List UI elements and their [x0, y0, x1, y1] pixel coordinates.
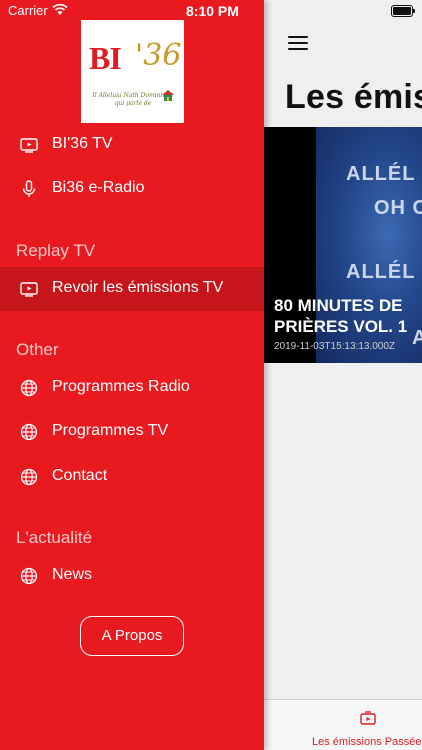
globe-icon	[20, 567, 38, 585]
tab-label: Les émissions Passées	[312, 736, 422, 748]
menu-item-label: Bi36 e-Radio	[52, 179, 145, 196]
tv-play-icon	[20, 138, 38, 153]
globe-icon	[20, 379, 38, 397]
tv-play-icon	[360, 711, 376, 725]
tab-past-shows[interactable]: Les émissions Passées	[264, 700, 422, 750]
tv-play-icon	[20, 282, 38, 297]
menu-item-label: Programmes Radio	[52, 378, 190, 395]
menu-item-e-radio[interactable]: Bi36 e-Radio	[0, 167, 264, 211]
main-content: Les émissions ALLÉL OH C ALLÉL A 80 MINU…	[264, 0, 422, 750]
video-title: 80 MINUTES DE PRIÈRES VOL. 1	[274, 296, 408, 336]
tab-bar: Les émissions Passées	[264, 699, 422, 750]
status-carrier: Carrier	[8, 3, 48, 18]
menu-item-programmes-radio[interactable]: Programmes Radio	[0, 366, 264, 410]
section-header-news: L'actualité	[16, 528, 93, 547]
menu-item-contact[interactable]: Contact	[0, 455, 264, 499]
menu-item-label: Contact	[52, 467, 108, 484]
menu-item-label: News	[52, 566, 93, 583]
section-header-other: Other	[16, 340, 59, 359]
thumbnail-text: ALLÉL	[346, 163, 416, 185]
globe-icon	[20, 468, 38, 486]
logo-brand-text: BI	[89, 40, 122, 76]
microphone-icon	[22, 180, 36, 197]
house-icon	[162, 90, 174, 101]
video-card[interactable]: ALLÉL OH C ALLÉL A 80 MINUTES DE PRIÈRES…	[264, 127, 422, 363]
status-time: 8:10 PM	[186, 3, 239, 19]
menu-item-programmes-tv[interactable]: Programmes TV	[0, 410, 264, 454]
logo-brand-number: '36	[135, 38, 182, 73]
menu-item-label: Revoir les émissions TV	[52, 279, 224, 296]
menu-item-replay-tv[interactable]: Revoir les émissions TV	[0, 267, 264, 311]
thumbnail-text: OH C	[374, 197, 422, 219]
brand-logo: BI '36 Il Alleluia Nath Dominique qui pa…	[81, 20, 184, 123]
hamburger-menu-icon[interactable]	[288, 36, 308, 50]
thumbnail-text: ALLÉL	[346, 261, 416, 283]
wifi-icon	[52, 4, 68, 15]
side-drawer: Carrier BI '36 Il Alleluia Nath Dominiqu…	[0, 0, 264, 750]
page-title: Les émissions	[285, 78, 422, 116]
menu-item-label: Programmes TV	[52, 422, 169, 439]
globe-icon	[20, 423, 38, 441]
menu-item-news[interactable]: News	[0, 554, 264, 598]
video-date: 2019-11-03T15:13:13.000Z	[274, 341, 396, 352]
menu-item-label: BI'36 TV	[52, 135, 113, 152]
menu-item-bi36-tv[interactable]: BI'36 TV	[0, 123, 264, 167]
battery-icon	[391, 5, 415, 17]
about-button[interactable]: A Propos	[80, 616, 184, 656]
section-header-replay: Replay TV	[16, 241, 96, 260]
